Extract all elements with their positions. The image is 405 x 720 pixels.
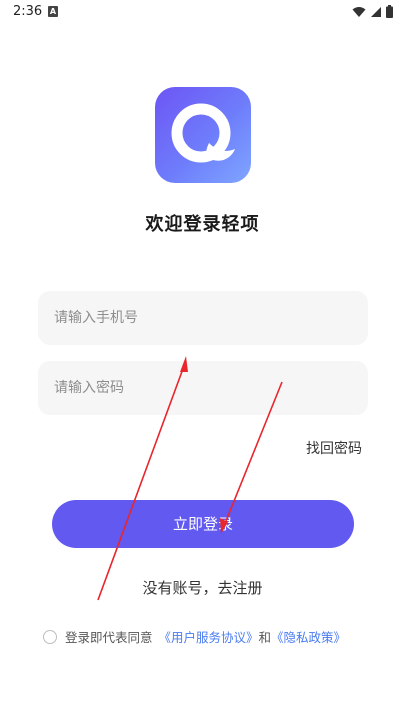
signal-icon	[371, 6, 381, 17]
welcome-title: 欢迎登录轻项	[145, 214, 260, 235]
privacy-policy-link[interactable]: 《隐私政策》	[271, 627, 346, 646]
app-q-logo-icon	[171, 103, 235, 163]
agreement-checkbox[interactable]	[43, 629, 57, 644]
phone-input[interactable]	[38, 291, 368, 345]
app-logo	[155, 87, 251, 183]
agreement-row: 登录即代表同意 《用户服务协议》 和 《隐私政策》	[43, 627, 346, 646]
status-icons	[352, 5, 393, 18]
notification-a-icon: A	[48, 6, 58, 17]
login-button[interactable]: 立即登录	[52, 500, 354, 548]
register-link[interactable]: 没有账号，去注册	[0, 577, 405, 598]
user-agreement-link[interactable]: 《用户服务协议》	[159, 627, 259, 646]
forgot-password-link[interactable]: 找回密码	[306, 438, 362, 458]
password-input[interactable]	[38, 361, 368, 415]
agreement-prefix: 登录即代表同意	[65, 630, 153, 645]
status-time: 2:36	[13, 4, 43, 19]
battery-icon	[386, 5, 393, 18]
wifi-icon	[352, 6, 366, 17]
status-bar: 2:36 A	[0, 0, 405, 24]
agreement-and: 和	[258, 630, 272, 645]
